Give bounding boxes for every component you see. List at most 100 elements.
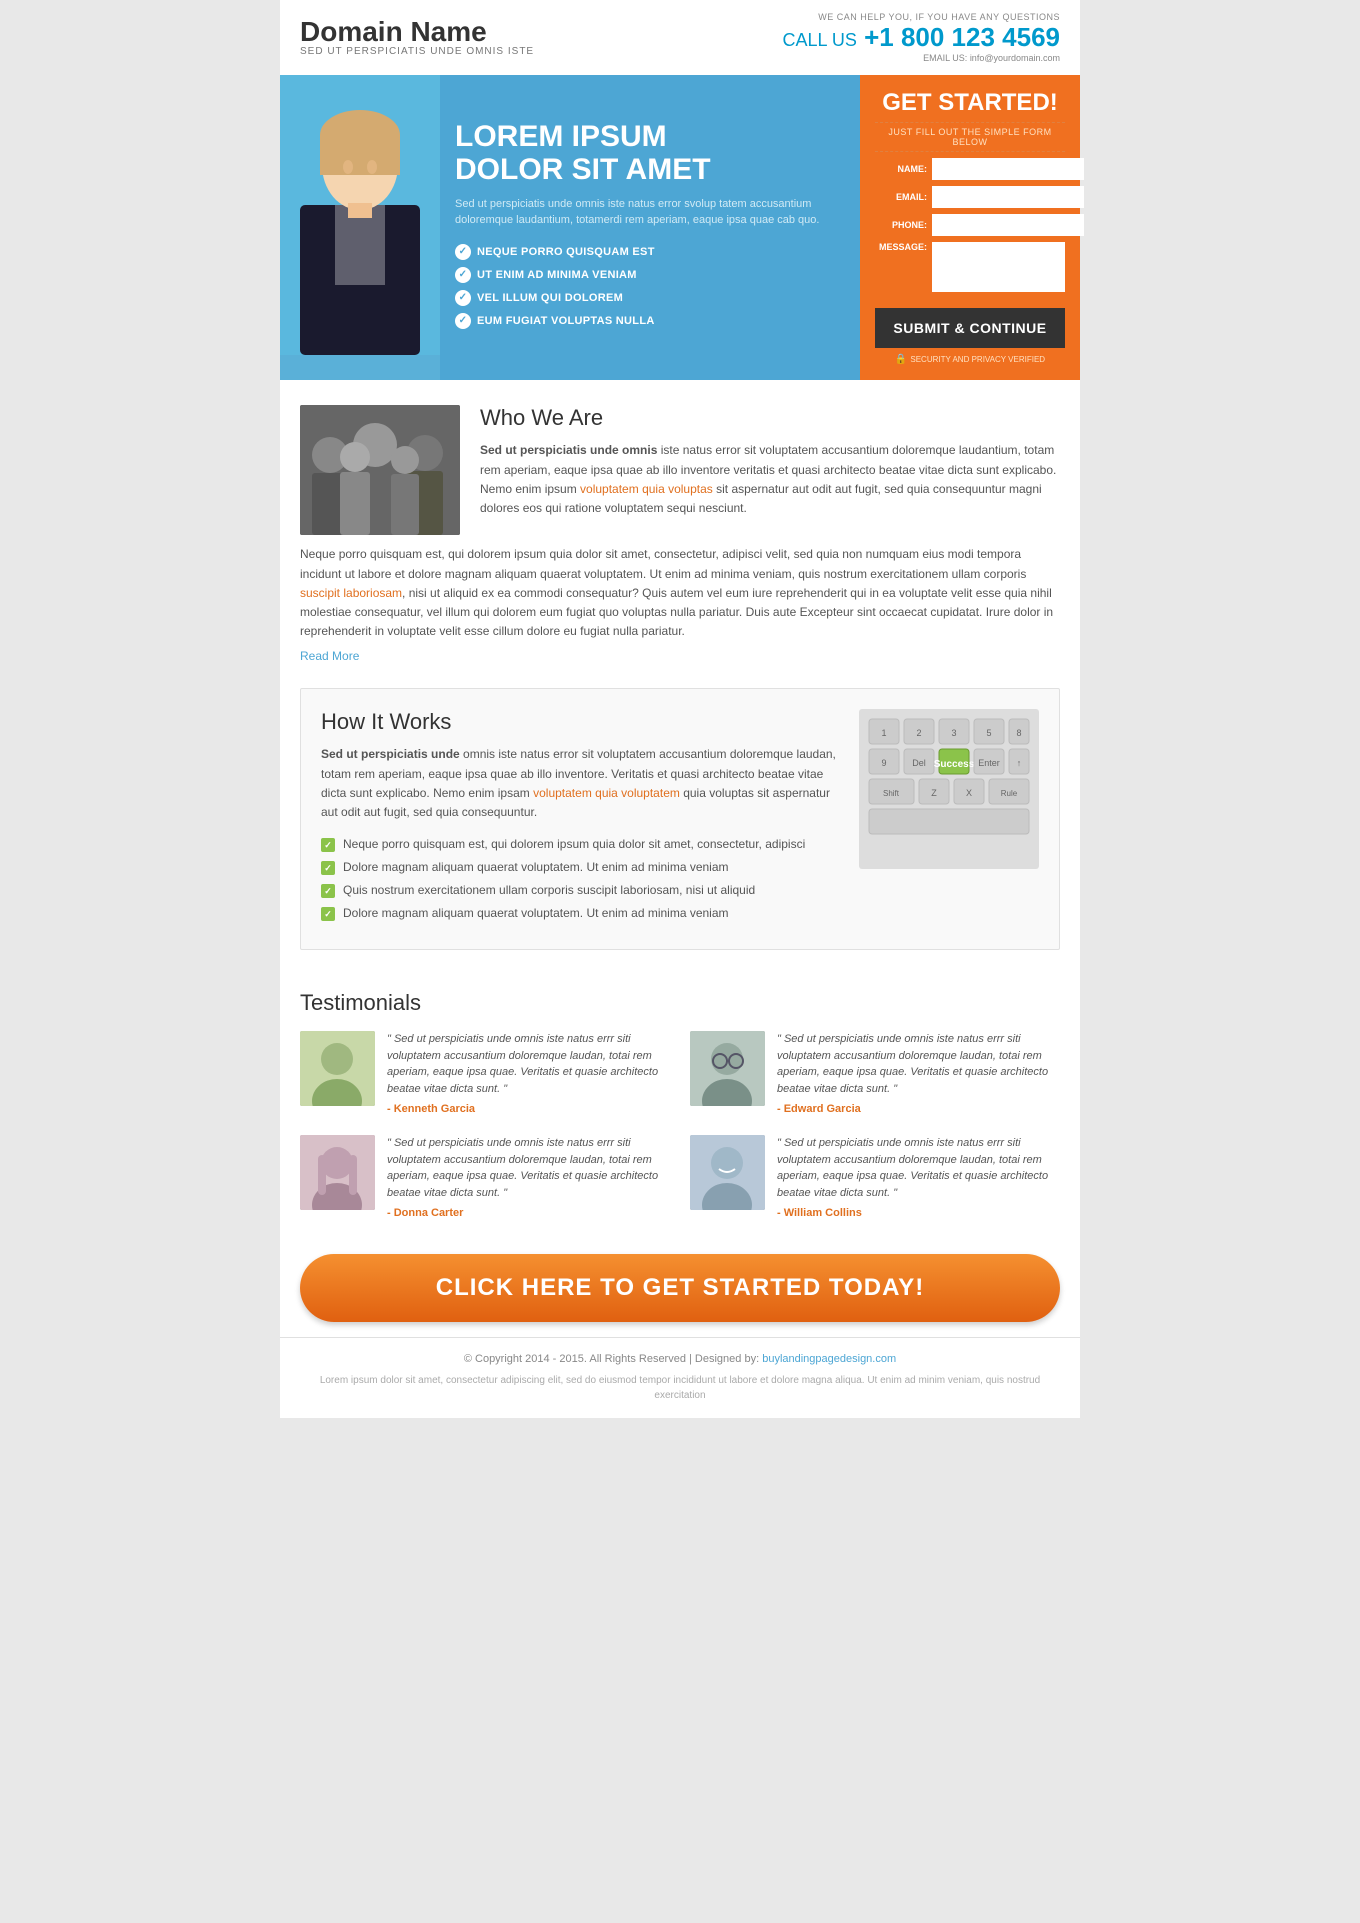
svg-text:3: 3 xyxy=(951,728,956,738)
how-link[interactable]: voluptatem quia voluptatem xyxy=(533,786,680,800)
phone-label: PHONE: xyxy=(875,220,927,230)
testimonial-quote-3: " Sed ut perspiciatis unde omnis iste na… xyxy=(387,1135,670,1201)
check-icon-4 xyxy=(455,313,471,329)
svg-text:5: 5 xyxy=(986,728,991,738)
who-we-are-section: Who We Are Sed ut perspiciatis unde omni… xyxy=(280,380,1080,688)
hero-content: LOREM IPSUM DOLOR SIT AMET Sed ut perspi… xyxy=(440,75,860,380)
testimonial-content-2: " Sed ut perspiciatis unde omnis iste na… xyxy=(777,1031,1060,1115)
svg-text:9: 9 xyxy=(881,758,886,768)
how-intro: Sed ut perspiciatis unde omnis iste natu… xyxy=(321,745,839,822)
email-label: EMAIL US: xyxy=(923,53,967,63)
how-left: How It Works Sed ut perspiciatis unde om… xyxy=(321,709,839,929)
how-features-list: Neque porro quisquam est, qui dolorem ip… xyxy=(321,837,839,921)
testimonials-section: Testimonials " Sed ut perspiciatis unde … xyxy=(280,970,1080,1239)
how-feature-3: Quis nostrum exercitationem ullam corpor… xyxy=(321,883,839,898)
how-feature-2: Dolore magnam aliquam quaerat voluptatem… xyxy=(321,860,839,875)
signup-form-panel: GET STARTED! JUST FILL OUT THE SIMPLE FO… xyxy=(860,75,1080,380)
form-subtitle: JUST FILL OUT THE SIMPLE FORM BELOW xyxy=(875,122,1065,152)
feature-2: UT ENIM AD MINIMA VENIAM xyxy=(455,267,845,283)
submit-button[interactable]: SUBMIT & CONTINUE xyxy=(875,308,1065,348)
who-we-are-para1: Sed ut perspiciatis unde omnis iste natu… xyxy=(480,441,1060,518)
testimonial-avatar-2 xyxy=(690,1031,765,1106)
testimonial-name-1: - Kenneth Garcia xyxy=(387,1103,670,1115)
hero-section: LOREM IPSUM DOLOR SIT AMET Sed ut perspi… xyxy=(280,75,1080,380)
link-1[interactable]: voluptatem quia voluptas xyxy=(580,482,713,496)
read-more-link[interactable]: Read More xyxy=(300,649,1060,663)
svg-text:Success: Success xyxy=(934,759,975,770)
sq-check-1 xyxy=(321,838,335,852)
svg-text:2: 2 xyxy=(916,728,921,738)
name-input[interactable] xyxy=(932,158,1084,180)
testimonial-4: " Sed ut perspiciatis unde omnis iste na… xyxy=(690,1135,1060,1219)
feature-3: VEL ILLUM QUI DOLOREM xyxy=(455,290,845,306)
footer-copyright: © Copyright 2014 - 2015. All Rights Rese… xyxy=(300,1353,1060,1365)
testimonial-content-1: " Sed ut perspiciatis unde omnis iste na… xyxy=(387,1031,670,1115)
testimonial-3: " Sed ut perspiciatis unde omnis iste na… xyxy=(300,1135,670,1219)
link-2[interactable]: suscipit laboriosam xyxy=(300,586,402,600)
message-label: MESSAGE: xyxy=(875,242,927,252)
hero-title: LOREM IPSUM DOLOR SIT AMET xyxy=(455,120,845,186)
email-field-group: EMAIL: xyxy=(875,186,1065,208)
hero-left: LOREM IPSUM DOLOR SIT AMET Sed ut perspi… xyxy=(280,75,860,380)
phone-input[interactable] xyxy=(932,214,1084,236)
feature-1: NEQUE PORRO QUISQUAM EST xyxy=(455,244,845,260)
how-title: How It Works xyxy=(321,709,839,735)
email-label: EMAIL: xyxy=(875,192,927,202)
svg-text:Z: Z xyxy=(931,788,937,798)
hero-person-image xyxy=(280,75,440,380)
who-we-are-title: Who We Are xyxy=(480,405,1060,431)
check-icon-1 xyxy=(455,244,471,260)
sq-check-2 xyxy=(321,861,335,875)
who-we-are-para2: Neque porro quisquam est, qui dolorem ip… xyxy=(300,545,1060,641)
testimonial-name-2: - Edward Garcia xyxy=(777,1103,1060,1115)
security-note: 🔒 SECURITY AND PRIVACY VERIFIED xyxy=(875,354,1065,365)
svg-text:↑: ↑ xyxy=(1017,758,1022,768)
how-right: Success 1 2 3 5 8 9 Del Enter ↑ Shift Z xyxy=(859,709,1039,929)
email-input[interactable] xyxy=(932,186,1084,208)
svg-text:8: 8 xyxy=(1016,728,1021,738)
how-feature-1: Neque porro quisquam est, qui dolorem ip… xyxy=(321,837,839,852)
who-we-are-image xyxy=(300,405,460,535)
domain-name: Domain Name xyxy=(300,18,534,46)
testimonial-content-3: " Sed ut perspiciatis unde omnis iste na… xyxy=(387,1135,670,1219)
email-link[interactable]: info@yourdomain.com xyxy=(970,53,1060,63)
testimonial-quote-4: " Sed ut perspiciatis unde omnis iste na… xyxy=(777,1135,1060,1201)
testimonial-avatar-3 xyxy=(300,1135,375,1210)
how-it-works-section: How It Works Sed ut perspiciatis unde om… xyxy=(300,688,1060,950)
hero-description: Sed ut perspiciatis unde omnis iste natu… xyxy=(455,196,845,229)
email-line: EMAIL US: info@yourdomain.com xyxy=(782,53,1060,63)
svg-text:Rule: Rule xyxy=(1001,789,1018,798)
cta-button[interactable]: CLICK HERE TO GET STARTED TODAY! xyxy=(300,1254,1060,1322)
testimonial-1: " Sed ut perspiciatis unde omnis iste na… xyxy=(300,1031,670,1115)
message-field-group: MESSAGE: xyxy=(875,242,1065,292)
designer-link[interactable]: buylandingpagedesign.com xyxy=(762,1353,896,1365)
testimonial-avatar-1 xyxy=(300,1031,375,1106)
how-feature-4: Dolore magnam aliquam quaerat voluptatem… xyxy=(321,906,839,921)
testimonial-name-4: - William Collins xyxy=(777,1207,1060,1219)
form-title: GET STARTED! xyxy=(875,90,1065,116)
how-bold: Sed ut perspiciatis unde xyxy=(321,747,460,761)
bold-start: Sed ut perspiciatis unde omnis xyxy=(480,443,657,457)
lock-icon: 🔒 xyxy=(895,354,907,365)
check-icon-3 xyxy=(455,290,471,306)
name-label: NAME: xyxy=(875,164,927,174)
message-input[interactable] xyxy=(932,242,1065,292)
help-text: WE CAN HELP YOU, IF YOU HAVE ANY QUESTIO… xyxy=(782,12,1060,22)
sq-check-3 xyxy=(321,884,335,898)
phone-digits: +1 800 123 4569 xyxy=(864,22,1060,52)
name-field-group: NAME: xyxy=(875,158,1065,180)
footer-small-text: Lorem ipsum dolor sit amet, consectetur … xyxy=(300,1373,1060,1403)
testimonial-2: " Sed ut perspiciatis unde omnis iste na… xyxy=(690,1031,1060,1115)
svg-text:X: X xyxy=(966,788,972,798)
hero-features-list: NEQUE PORRO QUISQUAM EST UT ENIM AD MINI… xyxy=(455,244,845,336)
testimonial-name-3: - Donna Carter xyxy=(387,1207,670,1219)
who-we-are-content: Who We Are Sed ut perspiciatis unde omni… xyxy=(300,405,1060,663)
testimonial-content-4: " Sed ut perspiciatis unde omnis iste na… xyxy=(777,1135,1060,1219)
who-text: Who We Are Sed ut perspiciatis unde omni… xyxy=(480,405,1060,535)
testimonial-avatar-4 xyxy=(690,1135,765,1210)
svg-text:Del: Del xyxy=(912,758,926,768)
who-top: Who We Are Sed ut perspiciatis unde omni… xyxy=(300,405,1060,535)
testimonials-title: Testimonials xyxy=(300,990,1060,1016)
phone-number: CALL US +1 800 123 4569 xyxy=(782,22,1060,53)
testimonial-quote-2: " Sed ut perspiciatis unde omnis iste na… xyxy=(777,1031,1060,1097)
